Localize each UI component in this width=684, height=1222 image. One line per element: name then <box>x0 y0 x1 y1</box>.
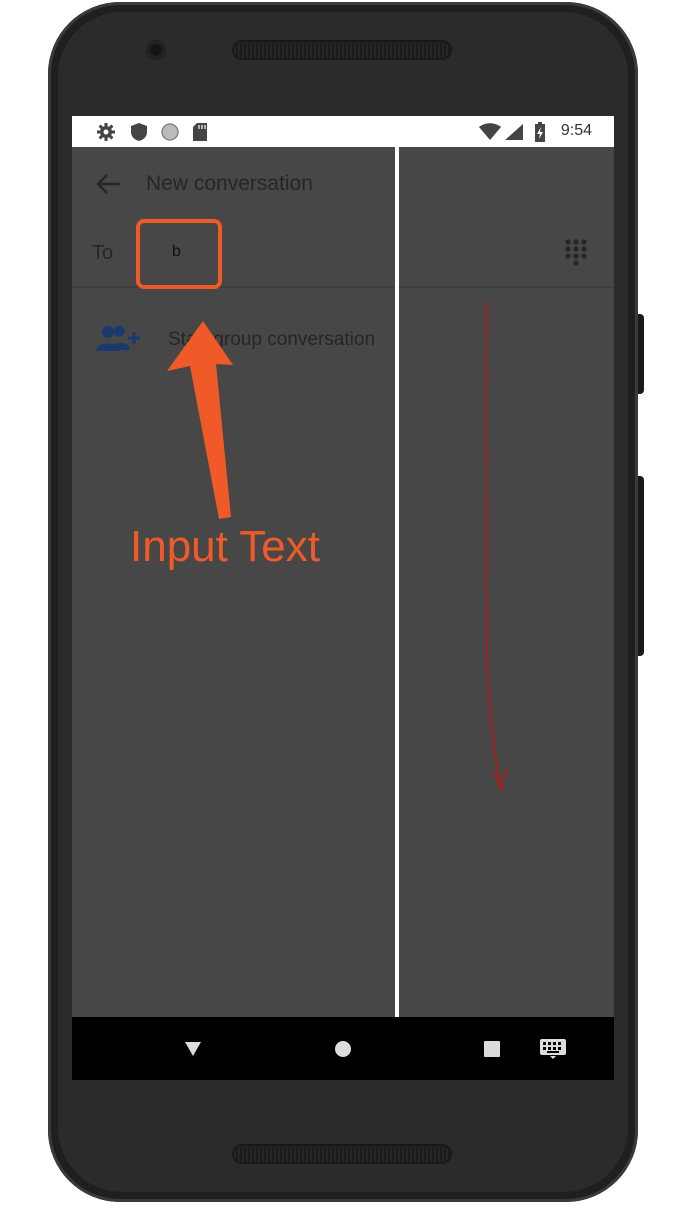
to-label: To <box>92 242 114 264</box>
top-speaker-grille <box>232 40 452 60</box>
status-bar: 9:54 <box>72 116 614 147</box>
bottom-speaker-grille <box>232 1144 452 1164</box>
divider-line <box>395 147 399 1017</box>
wifi-icon <box>479 123 501 140</box>
recents-square-icon[interactable] <box>484 1041 500 1057</box>
annotation-label: Input Text <box>130 522 320 571</box>
signal-icon <box>505 124 523 140</box>
battery-charging-icon <box>535 122 545 142</box>
sd-card-icon <box>193 123 207 141</box>
home-circle-icon[interactable] <box>334 1040 352 1058</box>
power-button <box>638 314 644 394</box>
dialpad-icon[interactable] <box>564 238 588 270</box>
page-title: New conversation <box>146 172 313 195</box>
front-camera <box>146 40 166 60</box>
start-group-conversation-label: Start group conversation <box>168 329 376 350</box>
back-triangle-icon[interactable] <box>184 1041 202 1057</box>
navigation-bar <box>72 1017 614 1080</box>
gear-icon <box>97 123 115 141</box>
status-time: 9:54 <box>560 122 592 139</box>
circle-icon <box>161 123 179 141</box>
arrow-back-icon[interactable] <box>94 172 122 196</box>
keyboard-icon[interactable] <box>540 1039 566 1059</box>
shield-icon <box>131 123 147 141</box>
group-add-icon <box>96 325 140 351</box>
volume-button <box>638 476 644 656</box>
input-highlight-box <box>136 219 222 289</box>
